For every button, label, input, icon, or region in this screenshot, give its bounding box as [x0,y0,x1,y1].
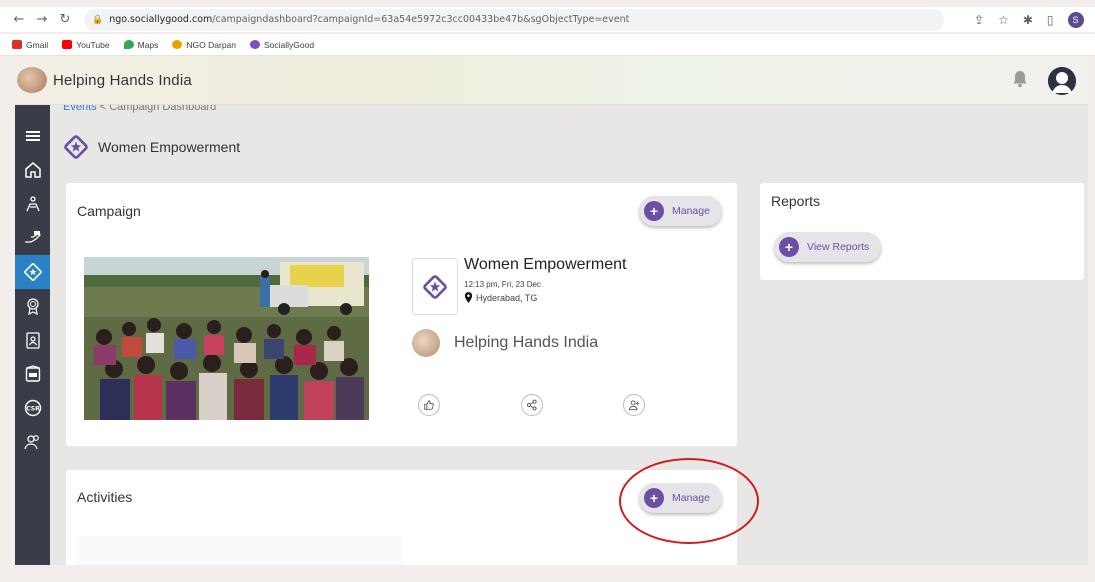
team-icon[interactable] [15,425,50,459]
bell-icon[interactable] [1012,70,1028,88]
user-icon [1048,67,1076,95]
org-logo [17,67,47,93]
url-path: /campaigndashboard?campaignId=63a54e5972… [212,14,630,25]
reports-card: Reports + View Reports [760,183,1084,280]
ngo-darpan-icon [172,40,183,49]
plus-icon: + [779,237,799,257]
campaign-photo [84,257,369,420]
campaign-logo-icon [64,135,88,159]
browser-actions: ⇪ ☆ ✱ ▯ S [974,11,1084,28]
breadcrumb-current: Campaign Dashboard [109,105,217,113]
award-icon[interactable] [15,289,50,323]
event-time: 12:13 pm, Fri, 23 Dec [464,280,541,289]
lock-icon: 🔒 [92,14,104,25]
page-title: Women Empowerment [98,139,241,155]
bookmark-label: SociallyGood [264,39,315,50]
add-person-icon[interactable] [623,394,645,416]
campaign-manage-label: Manage [672,205,710,217]
home-icon[interactable] [15,153,50,187]
contacts-icon[interactable] [15,323,50,357]
volunteer-icon[interactable] [15,187,50,221]
event-name: Women Empowerment [464,256,627,273]
url-host: ngo.sociallygood.com [109,14,213,25]
campaign-card-title: Campaign [77,203,141,219]
view-reports-button[interactable]: + View Reports [774,232,882,262]
share-icon[interactable] [521,394,543,416]
user-avatar[interactable] [1048,67,1076,95]
organizer-logo [412,329,440,357]
campaign-logo-icon [423,274,447,299]
ngo-icon[interactable] [15,357,50,391]
browser-nav: ← → ↻ [12,12,72,27]
share-icon[interactable]: ⇪ [974,13,984,27]
breadcrumb-events-link[interactable]: Events [63,105,97,113]
location-pin-icon [464,292,473,303]
organizer-row[interactable]: Helping Hands India [412,329,598,357]
csr-icon[interactable]: CSR [15,391,50,425]
activities-card-title: Activities [77,489,133,505]
bookmark-youtube[interactable]: YouTube [62,39,110,50]
forward-icon[interactable]: → [35,12,49,27]
reload-icon[interactable]: ↻ [58,12,72,27]
organizer-name: Helping Hands India [454,334,599,351]
event-location-text: Hyderabad, TG [476,292,538,303]
browser-toolbar: ← → ↻ 🔒 ngo.sociallygood.com /campaignda… [0,7,1095,32]
donation-icon[interactable] [15,221,50,255]
reports-card-title: Reports [771,193,821,209]
bookmarks-bar: Gmail YouTube Maps NGO Darpan SociallyGo… [0,34,1095,56]
gmail-icon [12,40,22,49]
bookmark-ngo-darpan[interactable]: NGO Darpan [172,40,236,50]
breadcrumb-separator: < [99,105,107,113]
event-logo-box [412,258,458,315]
bookmark-label: Maps [137,39,159,50]
svg-text:CSR: CSR [26,406,40,413]
bookmark-label: Gmail [26,39,49,50]
back-icon[interactable]: ← [12,12,26,27]
bookmark-label: NGO Darpan [186,39,237,50]
maps-icon [123,40,134,49]
sidebar: CSR [15,105,50,565]
view-reports-label: View Reports [807,241,870,253]
bookmark-maps[interactable]: Maps [123,39,159,50]
sidepanel-icon[interactable]: ▯ [1047,13,1054,27]
bookmark-label: YouTube [76,39,110,50]
campaign-icon[interactable] [15,255,50,289]
menu-icon[interactable] [15,119,50,153]
org-name: Helping Hands India [53,71,192,89]
bookmark-sociallygood[interactable]: SociallyGood [250,40,314,50]
page-title-row: Women Empowerment [62,133,240,161]
main-content: Events < Campaign Dashboard Women Empowe… [50,105,1088,565]
annotation-circle [619,458,759,544]
plus-icon: + [644,201,664,221]
like-icon[interactable] [418,394,440,416]
event-location: Hyderabad, TG [464,292,537,303]
profile-avatar[interactable]: S [1067,11,1084,28]
sociallygood-icon [250,40,261,49]
campaign-manage-button[interactable]: + Manage [639,196,722,226]
app-header: Helping Hands India [15,56,1088,105]
star-icon[interactable]: ☆ [998,13,1009,27]
address-bar[interactable]: 🔒 ngo.sociallygood.com /campaigndashboar… [84,8,944,31]
youtube-icon [62,40,73,49]
activities-stat-panel [77,536,402,565]
extensions-icon[interactable]: ✱ [1023,13,1033,27]
breadcrumb: Events < Campaign Dashboard [63,105,216,113]
bookmark-gmail[interactable]: Gmail [12,40,48,50]
campaign-card: Campaign + Manage Women Empowerment 12:1… [66,183,737,446]
